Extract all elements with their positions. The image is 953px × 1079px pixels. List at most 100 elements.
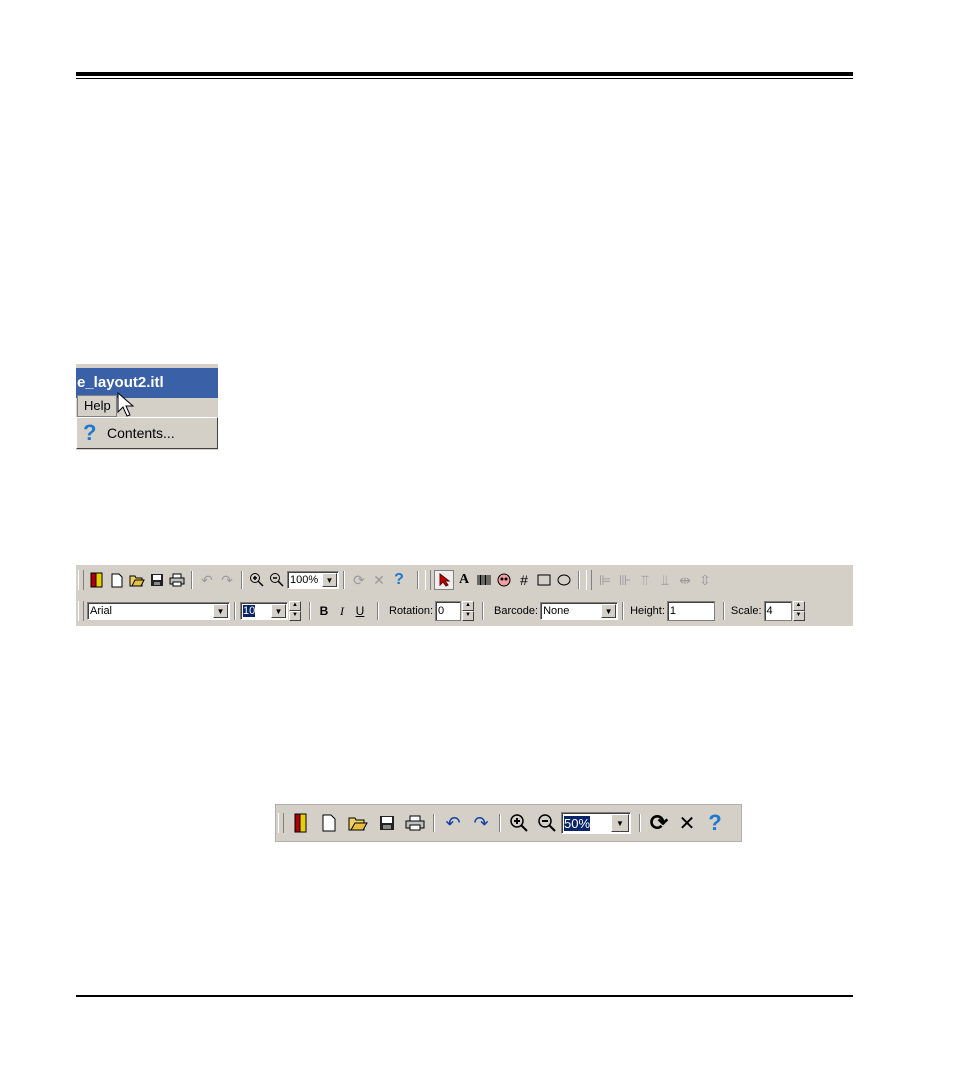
italic-button[interactable]: I (333, 604, 351, 619)
separator (722, 602, 725, 620)
separator (241, 571, 243, 589)
close-icon[interactable]: ✕ (673, 813, 701, 835)
zoom-selected: 50% (564, 815, 591, 831)
new-file-icon[interactable] (315, 813, 343, 833)
ellipse-tool-icon[interactable] (554, 570, 574, 590)
zoom-combo[interactable]: 100% ▼ (287, 571, 339, 589)
text-tool-icon[interactable]: A (454, 570, 474, 590)
help-icon[interactable]: ? (701, 810, 729, 835)
main-toolbars: ↶ ↷ 100% ▼ ⟳ ✕ ? A # ⊫ ⊪ ⫪ ⫫ ⇹ ⇳ Arial ▼… (76, 565, 853, 626)
rotation-label: Rotation: (389, 605, 434, 617)
undo-icon[interactable]: ↶ (197, 570, 217, 590)
align-left-icon[interactable]: ⊫ (595, 570, 615, 590)
chevron-down-icon[interactable]: ▼ (271, 604, 286, 618)
separator (377, 602, 379, 620)
separator (622, 602, 625, 620)
font-size-combo[interactable]: 10 ▼ (240, 602, 288, 620)
barcode-combo[interactable]: None ▼ (540, 602, 619, 620)
center-horizontal-icon[interactable]: ⇹ (675, 570, 695, 590)
zoom-in-icon[interactable] (247, 570, 267, 590)
chevron-down-icon[interactable]: ▼ (601, 604, 617, 618)
help-dropdown: ? Contents... (76, 417, 218, 449)
align-right-icon[interactable]: ⊪ (615, 570, 635, 590)
separator (417, 571, 419, 589)
menu-item-contents[interactable]: Contents... (107, 425, 175, 441)
open-folder-icon[interactable] (343, 813, 373, 833)
center-vertical-icon[interactable]: ⇳ (695, 570, 715, 590)
font-combo[interactable]: Arial ▼ (87, 602, 230, 620)
separator (433, 814, 435, 832)
exit-icon[interactable] (87, 570, 107, 590)
rotation-input[interactable]: 0 (435, 601, 462, 621)
barcode-icon[interactable] (474, 570, 494, 590)
standard-toolbar: ↶ ↷ 100% ▼ ⟳ ✕ ? A # ⊫ ⊪ ⫪ ⫫ ⇹ ⇳ (76, 566, 770, 594)
mouse-pointer-icon (117, 392, 135, 417)
zoom-in-icon[interactable] (505, 813, 533, 833)
font-size-spinner[interactable]: ▲ ▼ (289, 601, 301, 621)
chevron-down-icon[interactable]: ▼ (322, 573, 337, 587)
separator (234, 602, 236, 620)
scale-spinner[interactable]: ▲ ▼ (792, 601, 805, 621)
toolbar-grip[interactable] (78, 601, 84, 621)
zoom-combo[interactable]: 50% ▼ (561, 812, 631, 834)
underline-button[interactable]: U (351, 604, 369, 618)
zoom-out-icon[interactable] (533, 813, 561, 833)
zoom-value: 50% (562, 815, 611, 831)
print-icon[interactable] (167, 570, 187, 590)
print-icon[interactable] (401, 813, 429, 833)
zoom-out-icon[interactable] (267, 570, 287, 590)
small-toolbar: ↶ ↷ 50% ▼ ⟳ ✕ ? (275, 804, 742, 842)
close-icon[interactable]: ✕ (369, 570, 389, 590)
scale-input[interactable]: 4 (763, 601, 792, 621)
refresh-icon[interactable]: ⟳ (645, 810, 673, 835)
rotation-spinner[interactable]: ▲ ▼ (462, 601, 475, 621)
help-question-icon: ? (83, 420, 97, 445)
separator (309, 602, 311, 620)
align-bottom-icon[interactable]: ⫫ (655, 570, 675, 590)
line-tool-icon[interactable]: # (514, 570, 534, 590)
zoom-value: 100% (290, 574, 319, 586)
window-title: e_layout2.itl (76, 368, 218, 398)
refresh-icon[interactable]: ⟳ (349, 570, 369, 590)
new-file-icon[interactable] (107, 570, 127, 590)
align-top-icon[interactable]: ⫪ (635, 570, 655, 590)
save-icon[interactable] (147, 570, 167, 590)
bold-button[interactable]: B (315, 604, 333, 618)
chevron-down-icon[interactable]: ▼ (611, 814, 629, 832)
toolbar-grip[interactable] (586, 570, 592, 590)
help-menu-screenshot: e_layout2.itl Help ? Contents... (76, 364, 218, 450)
open-folder-icon[interactable] (127, 570, 147, 590)
font-size-value: 10 (241, 605, 271, 617)
toolbar-grip[interactable] (278, 813, 284, 833)
toolbar-grip[interactable] (425, 570, 431, 590)
toolbar-grip[interactable] (78, 570, 84, 590)
save-icon[interactable] (373, 813, 401, 833)
font-value: Arial (90, 605, 113, 617)
height-label: Height: (630, 605, 665, 617)
header-rule-thin (76, 78, 853, 79)
barcode-label: Barcode: (494, 605, 539, 617)
font-size-selected: 10 (243, 605, 256, 617)
separator (499, 814, 501, 832)
separator (191, 571, 193, 589)
redo-icon[interactable]: ↷ (467, 813, 495, 833)
select-arrow-icon[interactable] (434, 570, 454, 590)
chevron-down-icon[interactable]: ▼ (213, 604, 228, 618)
menu-help[interactable]: Help (77, 395, 117, 417)
header-rule (76, 72, 853, 76)
separator (578, 571, 580, 589)
height-input[interactable]: 1 (666, 601, 715, 621)
scale-label: Scale: (730, 605, 762, 617)
undo-icon[interactable]: ↶ (439, 813, 467, 833)
rectangle-tool-icon[interactable] (534, 570, 554, 590)
help-icon[interactable]: ? (389, 570, 409, 590)
barcode-value: None (543, 605, 570, 617)
image-tool-icon[interactable] (494, 570, 514, 590)
formatting-toolbar: Arial ▼ 10 ▼ ▲ ▼ B I U Rotation: 0 ▲ ▼ Bar… (76, 597, 836, 625)
footer-rule (76, 995, 853, 997)
redo-icon[interactable]: ↷ (217, 570, 237, 590)
separator (482, 602, 485, 620)
separator (343, 571, 345, 589)
exit-icon[interactable] (287, 813, 315, 833)
separator (639, 814, 641, 832)
